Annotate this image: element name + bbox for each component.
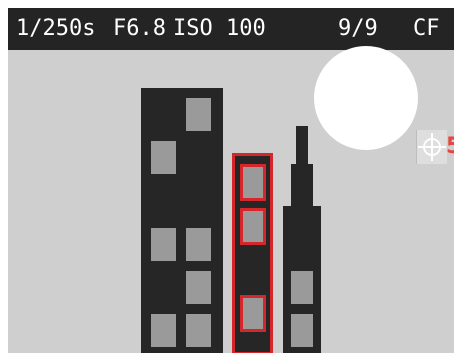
frame-count: 9/9 bbox=[338, 16, 378, 41]
camera-display: 1/250s F6.8 ISO 100 9/9 CF 54 bbox=[8, 8, 454, 353]
highlighted-window bbox=[240, 164, 266, 201]
af-value: 54 bbox=[446, 134, 454, 159]
highlighted-window bbox=[240, 295, 266, 332]
sun bbox=[314, 46, 418, 150]
iso-value: ISO 100 bbox=[173, 16, 266, 41]
aperture-value: F6.8 bbox=[113, 16, 166, 41]
window bbox=[186, 314, 211, 347]
window bbox=[291, 271, 313, 304]
shutter-speed: 1/250s bbox=[16, 16, 96, 41]
af-indicator bbox=[416, 130, 447, 164]
status-bar: 1/250s F6.8 ISO 100 9/9 CF bbox=[8, 8, 454, 50]
window bbox=[186, 271, 211, 304]
highlighted-window bbox=[240, 208, 266, 245]
tower-spire bbox=[296, 126, 308, 166]
window bbox=[151, 141, 176, 174]
tower-mid bbox=[291, 164, 313, 208]
crosshair-icon bbox=[418, 133, 446, 161]
storage-card: CF bbox=[413, 16, 440, 41]
window bbox=[151, 228, 176, 261]
window bbox=[151, 314, 176, 347]
window bbox=[186, 98, 211, 131]
window bbox=[186, 228, 211, 261]
window bbox=[291, 314, 313, 347]
